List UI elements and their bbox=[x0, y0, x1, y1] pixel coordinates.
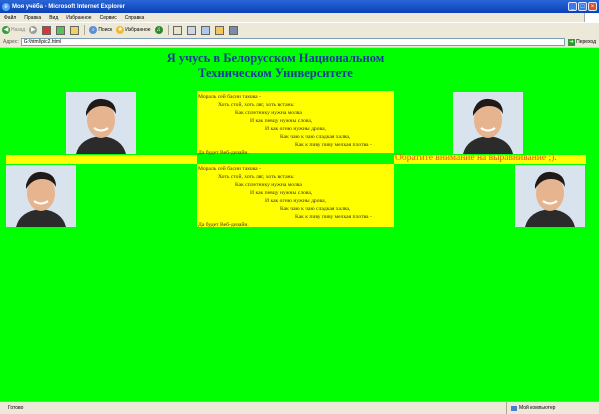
portrait-photo-top-left bbox=[66, 92, 136, 154]
address-label: Адрес: bbox=[3, 39, 19, 45]
toolbar: ◀ Назад ▶ ⌕ Поиск ★ Избранное ♫ bbox=[0, 22, 599, 38]
mail-button[interactable] bbox=[172, 25, 183, 35]
go-label: Переход bbox=[576, 39, 596, 45]
go-button[interactable]: ➜ Переход bbox=[568, 38, 596, 46]
poem-line: Да будет Веб-дизайн. bbox=[198, 222, 249, 228]
heading-line-1: Я учусь в Белорусском Национальном bbox=[166, 51, 385, 65]
back-label: Назад bbox=[11, 27, 26, 33]
menu-tools[interactable]: Сервис bbox=[96, 15, 121, 21]
page-content: Я учусь в Белорусском Национальном Техни… bbox=[0, 48, 599, 401]
status-text: Готово bbox=[8, 405, 24, 411]
portrait-image bbox=[6, 165, 76, 227]
menu-help[interactable]: Справка bbox=[121, 15, 149, 21]
ie-icon: e bbox=[2, 2, 10, 11]
messenger-button[interactable] bbox=[228, 25, 239, 35]
poem-line: И как певцу нужны слова, bbox=[250, 190, 313, 196]
poem-line: Хоть стой, хоть ляг, хоть встань: bbox=[218, 174, 295, 180]
address-value: G:\html\pic2.html bbox=[23, 39, 62, 45]
go-arrow-icon: ➜ bbox=[568, 38, 576, 46]
print-button[interactable] bbox=[186, 25, 197, 35]
toolbar-divider bbox=[167, 25, 169, 35]
menu-edit[interactable]: Правка bbox=[20, 15, 45, 21]
favorites-button[interactable]: ★ Избранное bbox=[116, 26, 151, 34]
refresh-icon bbox=[56, 25, 66, 35]
poem-line: И как огню нужны дрова, bbox=[265, 198, 326, 204]
poem-box-top: Мораль сей басни такова - Хоть стой, хот… bbox=[197, 91, 394, 156]
home-button[interactable] bbox=[70, 25, 80, 35]
poem-box-bottom: Мораль сей басни такова - Хоть стой, хот… bbox=[197, 164, 394, 228]
poem-line: Хоть стой, хоть ляг, хоть встань: bbox=[218, 102, 295, 108]
zone-label: Мой компьютер bbox=[519, 405, 556, 411]
search-label: Поиск bbox=[98, 27, 113, 33]
forward-arrow-icon: ▶ bbox=[29, 26, 38, 34]
toolbar-divider bbox=[84, 25, 86, 35]
star-icon: ★ bbox=[116, 26, 125, 34]
folder-button[interactable] bbox=[214, 25, 225, 35]
portrait-image bbox=[453, 92, 523, 154]
portrait-image bbox=[515, 165, 585, 227]
window-controls: _ □ × bbox=[568, 2, 597, 11]
poem-line: Как сплетнику нужна молва bbox=[235, 110, 302, 116]
poem-line: Как к пиву пиву мелкая плотва - bbox=[295, 142, 372, 148]
stop-icon bbox=[42, 25, 52, 35]
close-button[interactable]: × bbox=[588, 2, 597, 11]
alignment-notice: Обратите внимание на выравнивание ;). bbox=[395, 153, 557, 163]
edit-icon bbox=[200, 25, 210, 35]
forward-button[interactable]: ▶ bbox=[29, 26, 38, 34]
menu-file[interactable]: Файл bbox=[0, 15, 20, 21]
refresh-button[interactable] bbox=[56, 25, 66, 35]
title-bar: e Моя учёба - Microsoft Internet Explore… bbox=[0, 0, 599, 13]
portrait-photo-top-right bbox=[453, 92, 523, 154]
favorites-label: Избранное bbox=[125, 27, 151, 33]
heading-line-2: Техническом Университете bbox=[198, 66, 353, 80]
portrait-image bbox=[66, 92, 136, 154]
status-bar: Готово Мой компьютер bbox=[0, 401, 599, 414]
yellow-strip bbox=[6, 155, 197, 164]
stop-button[interactable] bbox=[42, 25, 52, 35]
poem-line: И как певцу нужны слова, bbox=[250, 118, 313, 124]
maximize-button[interactable]: □ bbox=[578, 2, 587, 11]
back-arrow-icon: ◀ bbox=[2, 26, 10, 34]
address-input[interactable]: G:\html\pic2.html bbox=[20, 38, 566, 46]
search-button[interactable]: ⌕ Поиск bbox=[89, 26, 112, 34]
search-icon: ⌕ bbox=[89, 26, 98, 34]
poem-line: Как чаю к чаю сладкая халва, bbox=[280, 134, 351, 140]
mail-icon bbox=[172, 25, 182, 35]
portrait-photo-bottom-left bbox=[6, 165, 76, 227]
address-bar: Адрес: G:\html\pic2.html ➜ Переход bbox=[0, 37, 599, 47]
minimize-button[interactable]: _ bbox=[568, 2, 577, 11]
page-heading: Я учусь в Белорусском Национальном Техни… bbox=[0, 51, 551, 81]
home-icon bbox=[70, 25, 80, 35]
print-icon bbox=[186, 25, 196, 35]
computer-icon bbox=[511, 405, 517, 411]
poem-line: Как сплетнику нужна молва bbox=[235, 182, 302, 188]
messenger-icon bbox=[228, 25, 238, 35]
folder-icon bbox=[214, 25, 224, 35]
poem-line: Мораль сей басни такова - bbox=[198, 94, 261, 100]
windows-logo-icon bbox=[584, 13, 599, 22]
menu-bar: Файл Правка Вид Избранное Сервис Справка bbox=[0, 13, 599, 22]
window-title: Моя учёба - Microsoft Internet Explorer bbox=[12, 3, 125, 10]
portrait-photo-bottom-right bbox=[515, 165, 585, 227]
media-button[interactable]: ♫ bbox=[154, 26, 164, 34]
menu-favorites[interactable]: Избранное bbox=[62, 15, 95, 21]
poem-line: Как к пиву пиву мелкая плотва - bbox=[295, 214, 372, 220]
poem-line: Как чаю к чаю сладкая халва, bbox=[280, 206, 351, 212]
edit-button[interactable] bbox=[200, 25, 211, 35]
poem-line: И как огню нужны дрова, bbox=[265, 126, 326, 132]
media-icon: ♫ bbox=[154, 26, 163, 34]
menu-view[interactable]: Вид bbox=[45, 15, 62, 21]
security-zone: Мой компьютер bbox=[506, 402, 555, 414]
back-button[interactable]: ◀ Назад bbox=[2, 26, 25, 34]
poem-line: Да будет Веб-дизайн. bbox=[198, 150, 249, 156]
poem-line: Мораль сей басни такова - bbox=[198, 166, 261, 172]
